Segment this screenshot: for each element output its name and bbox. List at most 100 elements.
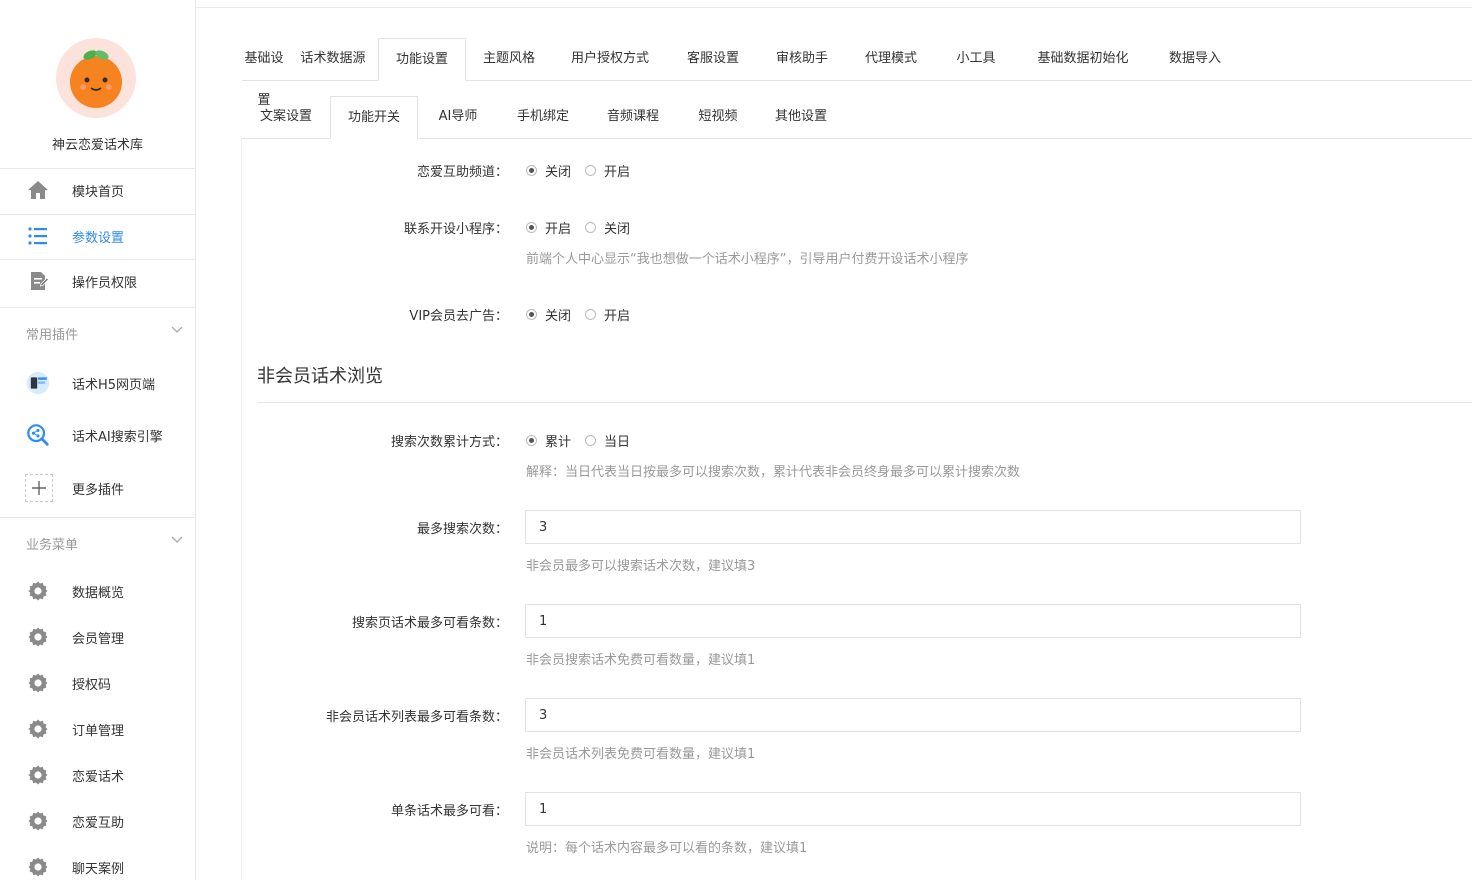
- gear-icon: [26, 809, 50, 833]
- sidebar-item-label: 操作员权限: [72, 275, 138, 291]
- radio-option-label: 开启: [604, 165, 631, 180]
- h5-plugin-icon: [26, 371, 50, 395]
- tab-primary-7[interactable]: 代理模式: [846, 38, 936, 80]
- radio-option[interactable]: 累计: [526, 431, 571, 450]
- vip-no-ads-radio-group: 关闭 开启: [526, 305, 644, 324]
- sidebar-item-home[interactable]: 模块首页: [0, 168, 195, 212]
- contact-open-label: 联系开设小程序：: [403, 222, 508, 237]
- radio-button[interactable]: [526, 435, 537, 446]
- tab-secondary-2[interactable]: AI导师: [418, 96, 498, 138]
- gear-icon: [26, 671, 50, 695]
- sidebar-item-business[interactable]: 恋爱互助: [0, 799, 195, 843]
- search-page-max-input[interactable]: [525, 604, 1301, 638]
- sidebar-item-label: 恋爱互助: [72, 815, 125, 831]
- vip-no-ads-label: VIP会员去广告：: [409, 309, 508, 324]
- tab-primary-5[interactable]: 客服设置: [668, 38, 758, 80]
- radio-option-label: 开启: [604, 309, 631, 324]
- max-search-input[interactable]: [525, 510, 1301, 544]
- tab-secondary-5[interactable]: 短视频: [678, 96, 758, 138]
- sidebar-item-label: 恋爱话术: [72, 769, 125, 785]
- radio-button[interactable]: [526, 222, 537, 233]
- radio-option-label: 开启: [545, 222, 572, 237]
- radio-option[interactable]: 关闭: [526, 305, 571, 324]
- gear-icon: [26, 717, 50, 741]
- sidebar-item-label: 参数设置: [72, 230, 125, 246]
- sidebar-item-operator-permissions[interactable]: 操作员权限: [0, 259, 195, 303]
- gear-icon: [26, 579, 50, 603]
- radio-button[interactable]: [526, 165, 537, 176]
- tab-primary-8[interactable]: 小工具: [936, 38, 1016, 80]
- gear-icon: [26, 763, 50, 787]
- radio-button[interactable]: [585, 309, 597, 320]
- gear-icon: [26, 625, 50, 649]
- document-edit-icon: [26, 269, 50, 293]
- radio-option-label: 当日: [604, 435, 631, 450]
- chevron-down-icon[interactable]: [170, 323, 184, 337]
- radio-option-label: 关闭: [545, 309, 572, 324]
- sidebar-item-business[interactable]: 授权码: [0, 661, 195, 705]
- sidebar-section-business-title: 业务菜单: [26, 538, 79, 553]
- tab-primary-2[interactable]: 功能设置: [378, 38, 466, 81]
- single-max-label: 单条话术最多可看：: [390, 804, 508, 819]
- sidebar-item-business[interactable]: 订单管理: [0, 707, 195, 751]
- sidebar-item-business[interactable]: 会员管理: [0, 615, 195, 659]
- radio-option-label: 关闭: [545, 165, 572, 180]
- contact-open-radio-group: 开启 关闭: [526, 218, 644, 237]
- tab-secondary-3[interactable]: 手机绑定: [498, 96, 588, 138]
- sidebar-item-business[interactable]: 数据概览: [0, 569, 195, 613]
- radio-option[interactable]: 关闭: [526, 161, 571, 180]
- home-icon: [26, 178, 50, 202]
- sidebar-item-label: 模块首页: [72, 184, 125, 200]
- sidebar-item-h5-plugin[interactable]: 话术H5网页端: [0, 361, 195, 405]
- radio-button[interactable]: [585, 222, 597, 233]
- tab-primary-0[interactable]: 基础设置: [240, 38, 288, 108]
- orange-logo-icon: [70, 50, 122, 108]
- sidebar-item-params[interactable]: 参数设置: [0, 214, 195, 258]
- radio-button[interactable]: [526, 309, 537, 320]
- radio-option[interactable]: 当日: [585, 431, 630, 450]
- love-help-radio-group: 关闭 开启: [526, 161, 644, 180]
- sidebar-item-label: 授权码: [72, 677, 112, 693]
- sidebar-item-business[interactable]: 聊天案例: [0, 845, 195, 889]
- radio-button[interactable]: [585, 165, 597, 176]
- radio-option[interactable]: 开启: [585, 161, 630, 180]
- sidebar-item-label: 话术AI搜索引擎: [72, 429, 163, 445]
- radio-button[interactable]: [585, 435, 597, 446]
- radio-option[interactable]: 开启: [526, 218, 571, 237]
- plus-icon: [25, 474, 53, 502]
- sidebar-item-business[interactable]: 恋爱话术: [0, 753, 195, 797]
- radio-option-label: 累计: [545, 435, 572, 450]
- tab-primary-10[interactable]: 数据导入: [1150, 38, 1240, 80]
- tab-secondary-6[interactable]: 其他设置: [758, 96, 844, 138]
- tab-secondary-4[interactable]: 音频课程: [588, 96, 678, 138]
- search-count-mode-radio-group: 累计 当日: [526, 431, 644, 450]
- radio-option[interactable]: 开启: [585, 305, 630, 324]
- radio-option-label: 关闭: [604, 222, 631, 237]
- tab-primary-4[interactable]: 用户授权方式: [552, 38, 668, 80]
- sidebar-item-label: 会员管理: [72, 631, 125, 647]
- tab-primary-6[interactable]: 审核助手: [758, 38, 846, 80]
- tab-primary-3[interactable]: 主题风格: [466, 38, 552, 80]
- sidebar-item-label: 订单管理: [72, 723, 125, 739]
- radio-option[interactable]: 关闭: [585, 218, 630, 237]
- sidebar-item-ai-search[interactable]: 话术AI搜索引擎: [0, 413, 195, 457]
- content-left-border: [241, 138, 242, 880]
- single-max-input[interactable]: [525, 792, 1301, 826]
- tab-primary-1[interactable]: 话术数据源: [288, 38, 378, 80]
- list-max-label: 非会员话术列表最多可看条数：: [325, 710, 508, 725]
- single-max-help: 说明：每个话术内容最多可以看的条数，建议填1: [526, 841, 808, 856]
- sidebar-divider: [0, 307, 195, 308]
- list-max-help: 非会员话术列表免费可看数量，建议填1: [526, 747, 756, 762]
- sidebar-item-label: 聊天案例: [72, 861, 125, 877]
- sidebar: 神云恋爱话术库 模块首页 参数设置 操作员权限 常用插件 话术H5网页端 话术A…: [0, 0, 196, 880]
- list-max-input[interactable]: [525, 698, 1301, 732]
- gear-icon: [26, 855, 50, 879]
- tab-primary-9[interactable]: 基础数据初始化: [1016, 38, 1150, 80]
- sidebar-item-label: 更多插件: [72, 482, 125, 498]
- chevron-down-icon[interactable]: [170, 533, 184, 547]
- sidebar-item-more-plugins[interactable]: 更多插件: [0, 466, 195, 510]
- tab-secondary-1[interactable]: 功能开关: [330, 96, 418, 139]
- section-title: 非会员话术浏览: [257, 366, 383, 387]
- tab-secondary-0[interactable]: 文案设置: [242, 96, 330, 138]
- sidebar-item-label: 数据概览: [72, 585, 125, 601]
